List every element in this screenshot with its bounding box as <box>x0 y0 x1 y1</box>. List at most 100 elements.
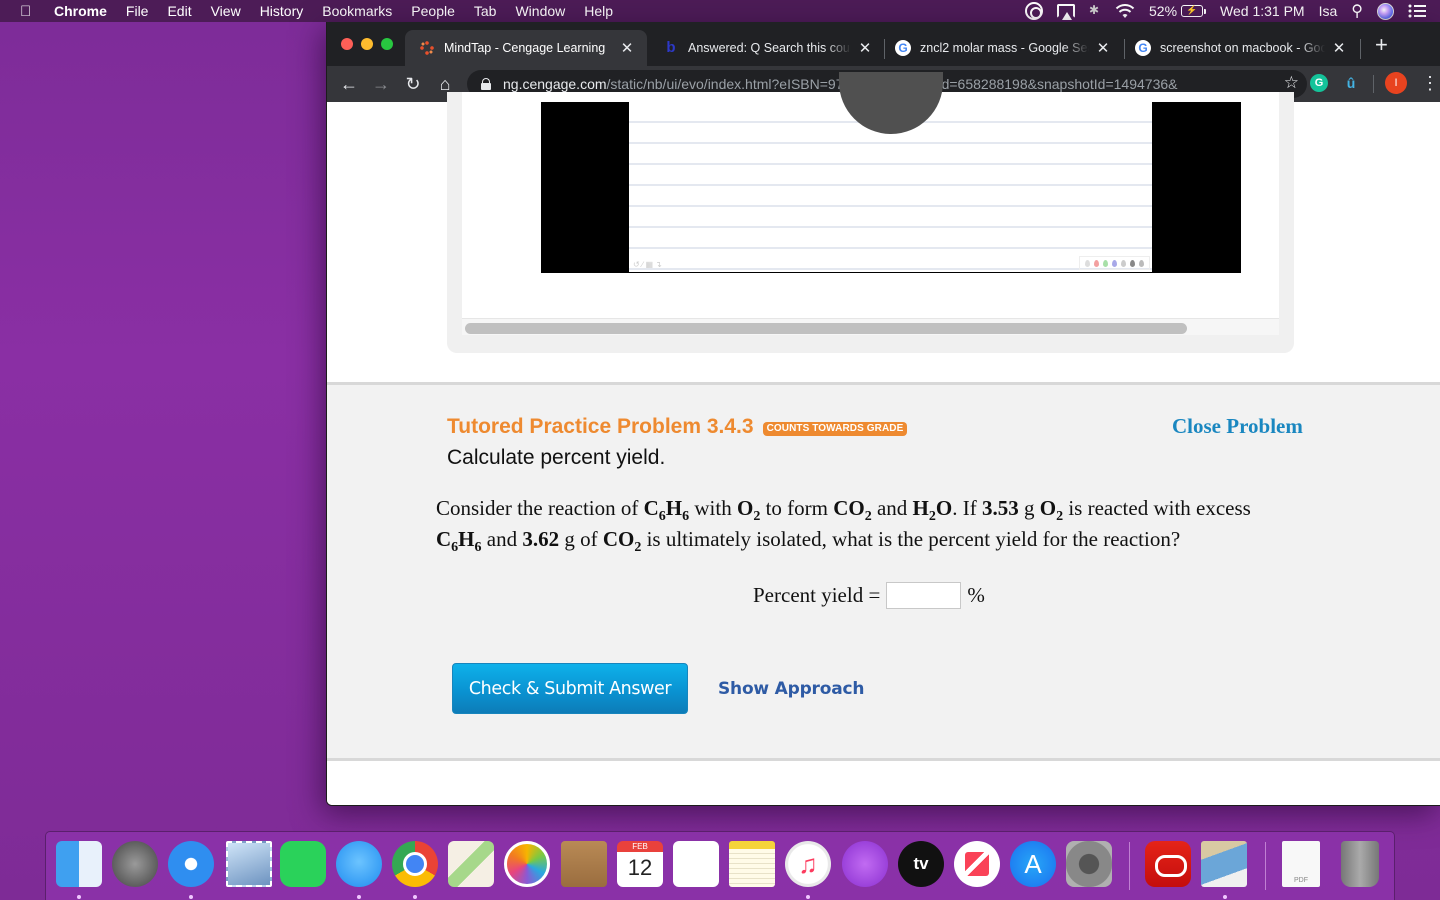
bartleby-icon: b <box>666 39 676 56</box>
calendar-month: FEB <box>632 842 648 851</box>
mail-icon[interactable] <box>226 841 272 887</box>
green-pen-icon <box>1103 259 1108 267</box>
creative-cloud-icon[interactable] <box>1145 841 1191 887</box>
tab-title: screenshot on macbook - Google <box>1160 41 1325 55</box>
apple-menu-icon[interactable]:  <box>20 3 38 20</box>
bookmark-star-icon[interactable]: ☆ <box>1284 73 1299 93</box>
percent-unit: % <box>967 583 985 607</box>
launchpad-icon[interactable] <box>112 841 158 887</box>
maps-icon[interactable] <box>448 841 494 887</box>
user-name[interactable]: Isa <box>1319 3 1338 19</box>
check-submit-answer-button[interactable]: Check & Submit Answer <box>452 663 688 714</box>
messages-icon[interactable] <box>336 841 382 887</box>
chrome-menu-icon[interactable]: ⋮ <box>1421 72 1439 94</box>
airplay-icon[interactable] <box>1057 4 1075 20</box>
system-preferences-icon[interactable] <box>1066 841 1112 887</box>
percent-yield-input[interactable] <box>886 582 962 609</box>
profile-avatar[interactable]: I <box>1385 72 1407 94</box>
google-icon: G <box>1135 40 1151 56</box>
running-indicator <box>357 895 361 899</box>
notification-center-icon[interactable] <box>1408 4 1426 18</box>
problem-title-text: Tutored Practice Problem 3.4.3 <box>447 415 754 438</box>
forward-button[interactable]: → <box>369 72 393 96</box>
siri-icon[interactable] <box>1377 2 1394 20</box>
calendar-icon[interactable]: FEB 12 <box>617 841 663 887</box>
menu-view[interactable]: View <box>211 3 241 19</box>
photos-icon[interactable] <box>504 841 550 887</box>
red-pen-icon <box>1094 259 1099 267</box>
creative-cloud-status-icon[interactable] <box>1025 2 1043 20</box>
bluetooth-icon[interactable]: ✱ <box>1089 3 1101 19</box>
menu-window[interactable]: Window <box>515 3 565 19</box>
lock-icon[interactable] <box>481 78 491 90</box>
black-pen-icon <box>1130 259 1135 267</box>
podcasts-icon[interactable] <box>842 841 888 887</box>
contacts-icon[interactable] <box>561 841 607 887</box>
question-text: Consider the reaction of C6H6 with O2 to… <box>436 496 1251 555</box>
owl-extension-icon[interactable]: û <box>1342 74 1360 92</box>
back-button[interactable]: ← <box>337 72 361 96</box>
menu-help[interactable]: Help <box>584 3 613 19</box>
tab-separator <box>1360 39 1361 59</box>
clock[interactable]: Wed 1:31 PM <box>1220 3 1305 19</box>
new-tab-button[interactable]: + <box>1375 34 1388 56</box>
presenter-silhouette <box>839 72 943 134</box>
finder-icon[interactable] <box>56 841 102 887</box>
apple-tv-icon[interactable]: tv <box>898 841 944 887</box>
pdf-document-icon[interactable]: PDF <box>1282 841 1320 887</box>
news-icon[interactable] <box>954 841 1000 887</box>
reminders-icon[interactable] <box>673 841 719 887</box>
battery-indicator[interactable]: 52% ⚡ <box>1149 3 1207 19</box>
running-indicator <box>806 895 810 899</box>
tab-bartleby[interactable]: b Answered: Q Search this coursRe ✕ <box>655 30 881 66</box>
tv-label: tv <box>913 854 929 873</box>
section-divider <box>327 758 1440 761</box>
tab-google-zncl2[interactable]: G zncl2 molar mass - Google Search ✕ <box>893 30 1119 66</box>
music-icon[interactable]: ♫ <box>785 841 831 887</box>
tab-mindtap[interactable]: MindTap - Cengage Learning ✕ <box>405 30 647 66</box>
gray-pen-icon <box>1121 259 1126 267</box>
menu-history[interactable]: History <box>260 3 304 19</box>
video-player[interactable]: ↺ ∕ ▦ ↴ <box>541 72 1241 273</box>
tab-close-icon[interactable]: ✕ <box>1331 39 1347 57</box>
app-store-icon[interactable]: A <box>1010 841 1056 887</box>
wifi-icon[interactable] <box>1115 3 1135 19</box>
menu-tab[interactable]: Tab <box>474 3 497 19</box>
trash-icon[interactable] <box>1341 841 1379 887</box>
tab-strip: MindTap - Cengage Learning ✕ b Answered:… <box>327 22 1440 66</box>
problem-panel: Tutored Practice Problem 3.4.3 COUNTS TO… <box>327 385 1440 758</box>
running-indicator <box>189 895 193 899</box>
running-indicator <box>77 895 81 899</box>
grammarly-extension-icon[interactable]: G <box>1310 74 1328 92</box>
chrome-icon[interactable] <box>392 841 438 887</box>
facetime-icon[interactable] <box>280 841 326 887</box>
tab-title: zncl2 molar mass - Google Search <box>920 41 1089 55</box>
tab-close-icon[interactable]: ✕ <box>857 39 873 57</box>
notes-icon[interactable] <box>729 841 775 887</box>
show-approach-link[interactable]: Show Approach <box>718 679 864 699</box>
browser-window: MindTap - Cengage Learning ✕ b Answered:… <box>326 22 1440 806</box>
tab-title: MindTap - Cengage Learning <box>444 41 606 55</box>
window-close-button[interactable] <box>341 38 353 50</box>
problem-subtitle: Calculate percent yield. <box>447 446 666 469</box>
tab-close-icon[interactable]: ✕ <box>1095 39 1111 57</box>
safari-icon[interactable] <box>168 841 214 887</box>
menu-edit[interactable]: Edit <box>167 3 191 19</box>
reload-button[interactable]: ↻ <box>401 72 425 96</box>
tab-title: Answered: Q Search this coursRe <box>688 41 851 55</box>
scrollbar-thumb[interactable] <box>465 323 1187 334</box>
tab-close-icon[interactable]: ✕ <box>619 39 635 57</box>
menu-people[interactable]: People <box>411 3 455 19</box>
menu-app-name[interactable]: Chrome <box>54 3 107 19</box>
preview-icon[interactable] <box>1201 841 1247 887</box>
horizontal-scrollbar[interactable] <box>462 318 1279 335</box>
tab-google-screenshot[interactable]: G screenshot on macbook - Google ✕ <box>1133 30 1355 66</box>
spotlight-search-icon[interactable]: ⚲ <box>1351 1 1363 21</box>
close-problem-link[interactable]: Close Problem <box>1172 414 1303 439</box>
menu-file[interactable]: File <box>126 3 149 19</box>
window-zoom-button[interactable] <box>381 38 393 50</box>
menu-bookmarks[interactable]: Bookmarks <box>322 3 392 19</box>
blue-pen-icon <box>1112 259 1117 267</box>
window-minimize-button[interactable] <box>361 38 373 50</box>
pdf-label: PDF <box>1294 877 1308 884</box>
